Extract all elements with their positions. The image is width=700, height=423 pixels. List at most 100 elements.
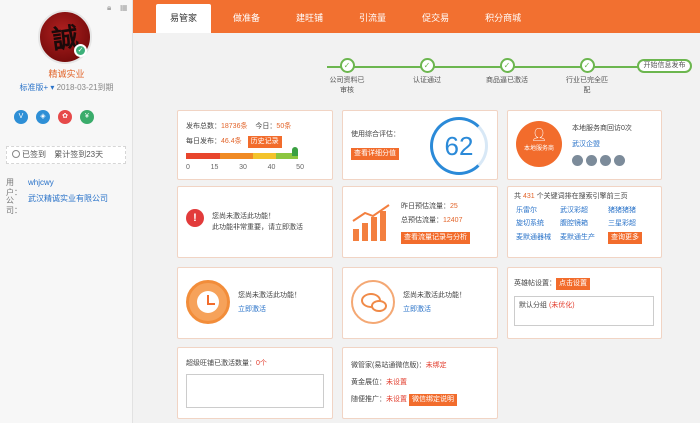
gauge-pin-icon xyxy=(292,147,298,156)
keywords-head: 共 431 个关键词排在搜索引擎前三页 xyxy=(514,191,628,202)
qq-icon[interactable] xyxy=(586,155,597,166)
lock-icon[interactable]: 🔒︎ xyxy=(107,4,115,12)
medal-icon[interactable]: ✿ xyxy=(58,110,72,124)
keyword[interactable]: 乐雷尔 xyxy=(516,205,537,216)
score-detail-button[interactable]: 查看详细分值 xyxy=(351,148,399,160)
step-4: ✓ 行业已完全匹配 xyxy=(557,58,617,96)
keyword[interactable]: 三星彩超 xyxy=(608,218,636,229)
keyword[interactable]: 腹腔镜箱 xyxy=(560,218,588,229)
keyword[interactable]: 麦默通器械 xyxy=(516,232,551,243)
chat-bubble-icon xyxy=(351,280,395,324)
gauge-scale: 0 15 30 40 50 xyxy=(186,162,304,173)
keywords-head-suffix: 个关键词排在搜索引擎前三页 xyxy=(536,193,628,200)
ad-row: 黄金展位：未设置 xyxy=(351,377,407,388)
shop-meta: 标准版+ ▾ 2018-03-21到期 xyxy=(0,82,133,93)
activate3-link[interactable]: 立即激活 xyxy=(403,304,431,315)
keywords-count: 431 xyxy=(522,193,535,200)
activate2-link[interactable]: 立即激活 xyxy=(238,304,266,315)
expire-date: 2018-03-21到期 xyxy=(56,83,114,92)
activate2-line1: 您尚未激活此功能！ xyxy=(238,292,301,299)
keywords-head-prefix: 共 xyxy=(514,193,521,200)
signed-label: 已签到 xyxy=(22,150,46,159)
wechat-bind-button[interactable]: 微信绑定说明 xyxy=(408,394,457,406)
activate-card-2: 您尚未激活此功能！ 立即激活 xyxy=(177,267,333,339)
shield-icon[interactable]: ◈ xyxy=(36,110,50,124)
wangpu-card: 超级旺铺已激活数量：0个 xyxy=(177,347,333,419)
traffic-yesterday-label: 昨日预估流量： xyxy=(401,203,450,210)
score-label: 使用综合评估： xyxy=(351,131,400,138)
activate1-line2[interactable]: 此功能非常重要，请立即激活 xyxy=(212,222,303,233)
group-card: 英雄帖设置： 点击设置 默认分组 (未优化) xyxy=(507,267,662,339)
chevron-down-icon: ▾ xyxy=(50,83,55,92)
group-status: (未优化) xyxy=(548,302,575,309)
traffic-yesterday-row: 昨日预估流量：25 xyxy=(401,201,458,212)
group-setting-button[interactable]: 点击设置 xyxy=(556,278,590,290)
tab-yiguanjia[interactable]: 易管家 xyxy=(156,4,212,33)
cert-icons: V ◈ ✿ ¥ xyxy=(14,110,94,124)
user-value[interactable]: whjcwy xyxy=(28,178,54,187)
traffic-card: 昨日预估流量：25 总预估流量：12407 查看流量记录与分析 xyxy=(342,186,498,258)
ad-label: 黄金展位： xyxy=(351,379,386,386)
company-row: 公司： 武汉精诚实业有限公司 xyxy=(6,194,108,216)
publish-gauge xyxy=(186,153,298,159)
publish-total-row: 发布总数：18736条 今日：50条 xyxy=(186,121,291,132)
step-label: 认证通过 xyxy=(413,77,441,84)
traffic-total-label: 总预估流量： xyxy=(401,217,443,224)
keyword[interactable]: 旋切系统 xyxy=(516,218,544,229)
tab-trade[interactable]: 促交易 xyxy=(408,4,463,33)
signin-box[interactable]: 已签到 累计签到23天 xyxy=(6,146,126,164)
activate-card-3: 您尚未激活此功能！ 立即激活 xyxy=(342,267,498,339)
shop-name: 精诚实业 xyxy=(48,69,85,79)
clock-icon[interactable] xyxy=(614,155,625,166)
group-listbox[interactable]: 默认分组 (未优化) xyxy=(514,296,654,326)
grid-icon[interactable]: ▦ xyxy=(120,4,128,12)
score-card: 使用综合评估： 查看详细分值 62 xyxy=(342,110,498,180)
publish-total: 18736条 xyxy=(221,123,248,130)
tab-prepare[interactable]: 做准备 xyxy=(219,4,274,33)
keywords-more-button[interactable]: 查询更多 xyxy=(608,232,642,244)
service-company[interactable]: 武汉企盟 xyxy=(572,139,600,150)
history-button[interactable]: 历史记录 xyxy=(247,136,282,148)
tab-build-shop[interactable]: 建旺铺 xyxy=(282,4,337,33)
score-ring: 62 xyxy=(430,117,488,175)
start-publish-button[interactable]: 开始信息发布 xyxy=(637,59,692,73)
check-icon: ✓ xyxy=(579,58,595,73)
home-icon[interactable] xyxy=(600,155,611,166)
version-link[interactable]: 标准版+ xyxy=(19,83,48,92)
publish-today-label: 今日： xyxy=(255,123,277,130)
promo-status: 未设置 xyxy=(386,396,407,403)
keyword[interactable]: 麦默通生产 xyxy=(560,232,595,243)
step-2: ✓ 认证通过 xyxy=(397,58,457,86)
traffic-records-button[interactable]: 查看流量记录与分析 xyxy=(401,232,470,244)
publish-card: 发布总数：18736条 今日：50条 每日发布：46.4条 历史记录 0 15 … xyxy=(177,110,333,180)
alert-icon: ! xyxy=(186,209,204,227)
phone-icon[interactable] xyxy=(572,155,583,166)
yen-icon[interactable]: ¥ xyxy=(80,110,94,124)
vip-icon[interactable]: V xyxy=(14,110,28,124)
scale-tick: 0 xyxy=(186,164,190,171)
person-icon: 👤︎ xyxy=(530,127,548,142)
service-card: 👤︎ 本地服务商 本地服务商回访0次 武汉企盟 xyxy=(507,110,662,180)
wechat-card: 微管家(易站通微信版)：未绑定 黄金展位：未设置 随便推广：未设置 微信绑定说明 xyxy=(342,347,498,419)
tab-points-mall[interactable]: 积分商城 xyxy=(471,4,535,33)
tab-traffic[interactable]: 引流量 xyxy=(345,4,400,33)
keyword[interactable]: 武汉彩超 xyxy=(560,205,588,216)
service-badge: 👤︎ 本地服务商 xyxy=(516,121,562,167)
user-row: 用户： whjcwy xyxy=(6,178,54,198)
clock-badge-icon xyxy=(186,280,230,324)
activate3-line1: 您尚未激活此功能！ xyxy=(403,292,466,299)
publish-daily: 46.4条 xyxy=(221,138,242,145)
activate-card-1: ! 您尚未激活此功能！ 此功能非常重要，请立即激活 xyxy=(177,186,333,258)
company-value[interactable]: 武汉精诚实业有限公司 xyxy=(28,193,108,204)
check-icon: ✓ xyxy=(419,58,435,73)
keyword[interactable]: 猪猪猪猪 xyxy=(608,205,636,216)
group-row: 英雄帖设置： 点击设置 xyxy=(514,278,590,290)
wangpu-textarea[interactable] xyxy=(186,374,324,408)
traffic-yesterday: 25 xyxy=(450,203,458,210)
group-item[interactable]: 默认分组 (未优化) xyxy=(519,300,575,311)
verified-badge-icon: ✓ xyxy=(74,44,87,57)
check-icon: ✓ xyxy=(339,58,355,73)
top-nav: 易管家 做准备 建旺铺 引流量 促交易 积分商城 xyxy=(133,0,700,33)
promo-row: 随便推广：未设置 微信绑定说明 xyxy=(351,394,457,406)
step-3: ✓ 商品逼已激活 xyxy=(477,58,537,86)
